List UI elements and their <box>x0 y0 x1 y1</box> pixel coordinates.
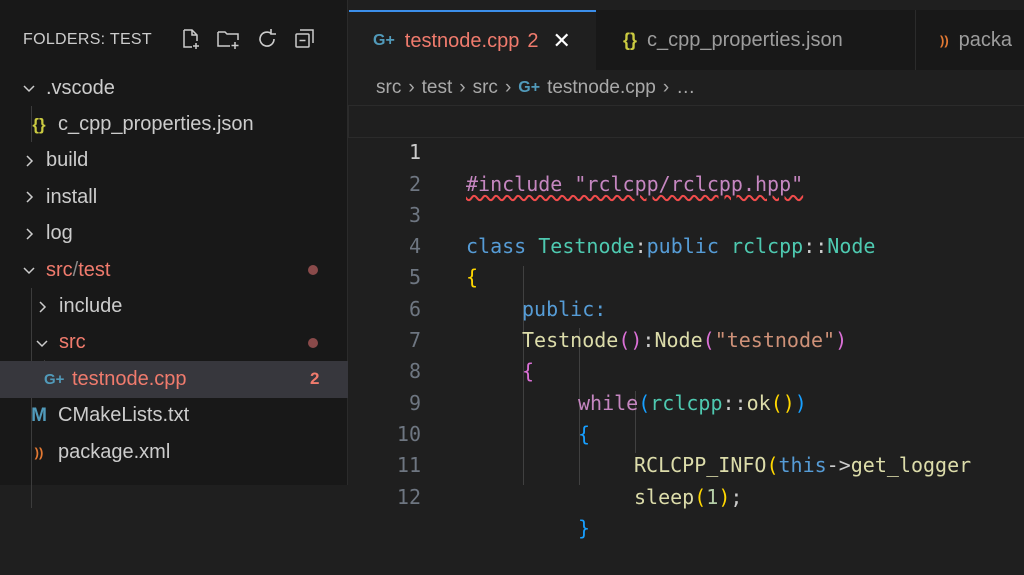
problem-count-badge: 2 <box>310 369 320 389</box>
line-number: 12 <box>396 484 421 509</box>
file-tree: .vscode {} c_cpp_properties.json build i… <box>0 70 348 508</box>
explorer-title: FOLDERS: TEST <box>23 31 152 48</box>
tree-folder-vscode[interactable]: .vscode <box>0 70 348 106</box>
tree-folder-src-test[interactable]: src / test <box>0 252 348 288</box>
tree-item-label: src <box>46 258 73 281</box>
tree-item-label-part: test <box>78 258 111 281</box>
chevron-right-icon <box>20 152 38 170</box>
tree-file-cmakelists[interactable]: M CMakeLists.txt <box>0 398 348 434</box>
cpp-file-icon: G+ <box>518 79 541 96</box>
tree-file-c-cpp-properties[interactable]: {} c_cpp_properties.json <box>0 106 348 142</box>
chevron-down-icon <box>20 261 38 279</box>
code-line: 5 public: <box>349 231 1024 320</box>
code-line: 12 } <box>349 450 1024 540</box>
explorer-header: FOLDERS: TEST <box>0 22 348 60</box>
collapse-all-icon[interactable] <box>292 26 318 52</box>
tab-label: testnode.cpp <box>404 29 520 52</box>
code-line: 6 Testnode():Node("testnode") <box>349 262 1024 352</box>
code-line: 3 class Testnode:public rclcpp::Node <box>349 169 1024 258</box>
code-line: 11 sleep(1); <box>349 419 1024 508</box>
json-file-icon: {} <box>623 29 638 50</box>
rss-icon: )) <box>34 444 44 460</box>
close-icon[interactable]: ✕ <box>552 28 570 54</box>
new-folder-icon[interactable] <box>216 26 242 52</box>
tree-folder-include[interactable]: include <box>0 288 348 324</box>
code-line: 7 { <box>349 294 1024 383</box>
tab-label: packa <box>958 28 1013 51</box>
tree-folder-log[interactable]: log <box>0 216 348 252</box>
breadcrumb-item[interactable]: src <box>473 77 498 99</box>
chevron-right-icon: › <box>504 77 512 98</box>
tab-c-cpp-properties[interactable]: {} c_cpp_properties.json <box>596 10 916 70</box>
cpp-file-icon: G+ <box>373 32 395 49</box>
modified-dot <box>308 265 318 276</box>
tab-package-xml[interactable]: )) packa <box>916 10 1024 70</box>
code-editor[interactable]: 1 #include "rclcpp/rclcpp.hpp" 2 3 class… <box>348 104 1024 540</box>
tree-item-label: install <box>46 185 98 208</box>
tree-item-label: src <box>59 331 86 354</box>
code-line: 1 #include "rclcpp/rclcpp.hpp" <box>348 104 1024 196</box>
tree-item-label: build <box>46 149 89 172</box>
code-line: 2 <box>349 137 1024 196</box>
explorer-sidebar: FOLDERS: TEST .vscode {} c_cpp_propertie… <box>0 0 348 508</box>
chevron-down-icon <box>20 79 38 97</box>
code-line: 10 RCLCPP_INFO(this->get_logger <box>349 388 1024 477</box>
tree-item-label: include <box>59 295 123 318</box>
new-file-icon[interactable] <box>178 26 204 52</box>
chevron-down-icon <box>33 334 51 352</box>
editor-tabs: G+ testnode.cpp 2 ✕ {} c_cpp_properties.… <box>349 10 1024 70</box>
refresh-icon[interactable] <box>254 26 280 52</box>
tree-folder-src[interactable]: src <box>0 325 348 361</box>
tree-item-label: log <box>46 222 73 245</box>
breadcrumb-item[interactable]: … <box>676 77 695 99</box>
breadcrumb-item[interactable]: src <box>376 77 401 99</box>
rss-icon: )) <box>940 32 949 48</box>
chevron-right-icon: › <box>459 77 466 98</box>
code-line: 4 { <box>349 200 1024 289</box>
code-line: 9 { <box>349 356 1024 446</box>
tree-item-label: CMakeLists.txt <box>58 404 190 427</box>
cpp-file-icon: G+ <box>44 370 65 388</box>
tab-problem-badge: 2 <box>527 29 539 52</box>
tree-file-package-xml[interactable]: )) package.xml <box>0 434 348 470</box>
breadcrumb-item[interactable]: testnode.cpp <box>547 77 656 99</box>
explorer-actions <box>178 26 318 52</box>
cmake-file-icon: M <box>31 404 47 426</box>
chevron-right-icon <box>20 188 38 206</box>
tree-folder-build[interactable]: build <box>0 143 348 179</box>
breadcrumb: src › test › src › G+ testnode.cpp › … <box>376 74 695 102</box>
code-text: } <box>578 515 591 540</box>
code-line: 8 while(rclcpp::ok()) <box>349 325 1024 414</box>
breadcrumb-item[interactable]: test <box>422 77 453 99</box>
tree-item-label: package.xml <box>58 440 171 463</box>
tab-label: c_cpp_properties.json <box>647 28 843 51</box>
code-text: sleep(1); <box>634 484 743 509</box>
tree-item-label: testnode.cpp <box>72 367 187 390</box>
tab-testnode-cpp[interactable]: G+ testnode.cpp 2 ✕ <box>349 10 596 70</box>
tree-item-label: c_cpp_properties.json <box>58 113 254 136</box>
tree-file-testnode-cpp[interactable]: G+ testnode.cpp 2 <box>0 361 348 398</box>
json-file-icon: {} <box>32 114 46 134</box>
chevron-right-icon <box>33 298 51 316</box>
modified-dot <box>308 337 318 348</box>
tree-item-label: .vscode <box>46 76 115 99</box>
chevron-right-icon: › <box>408 77 415 98</box>
chevron-right-icon: › <box>662 77 670 98</box>
tree-folder-install[interactable]: install <box>0 179 348 215</box>
chevron-right-icon <box>20 225 38 243</box>
